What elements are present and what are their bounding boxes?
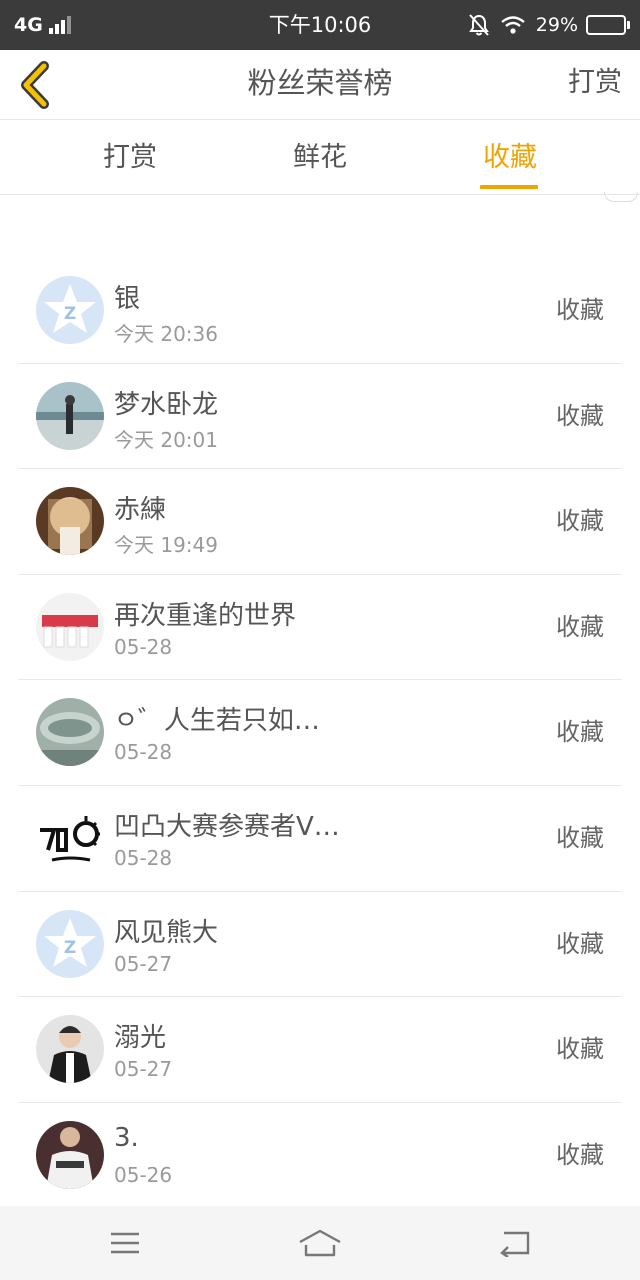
fan-action: 收藏	[556, 1035, 604, 1064]
fan-time: 今天 20:01	[114, 427, 218, 452]
photo-avatar[interactable]	[36, 698, 104, 767]
chevron-left-icon	[21, 61, 49, 109]
bell-off-icon	[468, 13, 490, 37]
fan-time: 05-28	[114, 634, 173, 659]
tab-label: 打赏	[103, 142, 157, 173]
fan-name: 银	[114, 284, 141, 314]
fan-name: 赤練	[114, 495, 167, 526]
scroll-edge-indicator	[604, 192, 638, 202]
fan-time: 05-28	[114, 740, 173, 765]
home-button[interactable]	[290, 1220, 350, 1266]
default-avatar[interactable]: Z	[36, 276, 104, 344]
status-bar: 4G 下午10:06 29%	[0, 0, 640, 50]
fan-name: 再次重逢的世界	[114, 600, 297, 631]
fan-time: 05-27	[114, 1057, 173, 1082]
photo-avatar[interactable]	[36, 592, 104, 661]
return-button[interactable]	[485, 1220, 545, 1266]
return-icon	[500, 1231, 530, 1257]
fan-list: Z 银 今天 20:36 收藏 梦水卧龙 今天 20:01 收藏 赤練 今天 1…	[18, 258, 622, 1208]
tab-favorites[interactable]: 收藏	[450, 121, 570, 195]
back-button[interactable]	[12, 58, 58, 112]
photo-avatar[interactable]	[36, 1120, 104, 1189]
svg-text:Z: Z	[64, 938, 76, 958]
fan-name: 梦水卧龙	[114, 389, 219, 420]
status-icons: 29%	[468, 0, 630, 50]
fan-action: 收藏	[556, 1140, 604, 1169]
list-item[interactable]: Z 银 今天 20:36 收藏	[18, 258, 622, 364]
list-item[interactable]: 梦水卧龙 今天 20:01 收藏	[18, 364, 622, 470]
fan-name: ㅇ゛人生若只如…	[114, 706, 320, 737]
fan-action: 收藏	[556, 401, 604, 430]
fan-name: 溺光	[114, 1023, 167, 1054]
reward-button[interactable]: 打赏	[568, 50, 622, 120]
fan-action: 收藏	[556, 718, 604, 747]
fan-action: 收藏	[556, 612, 604, 641]
list-item[interactable]: 凹凸大赛参赛者V… 05-28 收藏	[18, 786, 622, 892]
active-tab-indicator	[480, 185, 538, 189]
photo-avatar[interactable]	[36, 487, 104, 556]
fan-action: 收藏	[556, 296, 604, 324]
tab-label: 鲜花	[293, 142, 347, 173]
fan-action: 收藏	[556, 929, 604, 958]
list-item[interactable]: 溺光 05-27 收藏	[18, 997, 622, 1103]
logo-avatar[interactable]	[36, 803, 104, 872]
tab-bar: 打赏 鲜花 收藏	[0, 121, 640, 195]
system-nav-bar	[0, 1206, 640, 1280]
list-item[interactable]: 赤練 今天 19:49 收藏	[18, 469, 622, 575]
wifi-icon	[500, 15, 526, 35]
fan-action: 收藏	[556, 507, 604, 536]
fan-time: 05-27	[114, 951, 173, 976]
fan-name: 凹凸大赛参赛者V…	[114, 811, 340, 842]
photo-avatar[interactable]	[36, 381, 104, 450]
photo-avatar[interactable]	[36, 1015, 104, 1084]
menu-button[interactable]	[95, 1220, 155, 1266]
battery-icon	[586, 15, 630, 35]
menu-icon	[111, 1232, 139, 1254]
fan-name: 3.	[114, 1122, 139, 1153]
home-icon	[299, 1229, 341, 1257]
page-title: 粉丝荣誉榜	[247, 66, 393, 100]
list-item[interactable]: 3. 05-26 收藏	[18, 1103, 622, 1209]
default-avatar[interactable]: Z	[36, 909, 104, 978]
title-bar: 粉丝荣誉榜 打赏	[0, 50, 640, 120]
tab-flowers[interactable]: 鲜花	[260, 121, 380, 195]
list-item[interactable]: 再次重逢的世界 05-28 收藏	[18, 575, 622, 681]
fan-action: 收藏	[556, 823, 604, 852]
fan-time: 05-26	[114, 1162, 173, 1187]
tab-label: 收藏	[483, 142, 537, 173]
tab-reward[interactable]: 打赏	[70, 121, 190, 195]
fan-time: 今天 20:36	[114, 322, 218, 346]
svg-text:Z: Z	[64, 304, 76, 324]
list-item[interactable]: ㅇ゛人生若只如… 05-28 收藏	[18, 680, 622, 786]
fan-time: 05-28	[114, 845, 173, 870]
fan-time: 今天 19:49	[114, 533, 218, 558]
fan-name: 风见熊大	[114, 917, 219, 948]
battery-percent: 29%	[535, 14, 578, 36]
list-item[interactable]: Z 风见熊大 05-27 收藏	[18, 892, 622, 998]
